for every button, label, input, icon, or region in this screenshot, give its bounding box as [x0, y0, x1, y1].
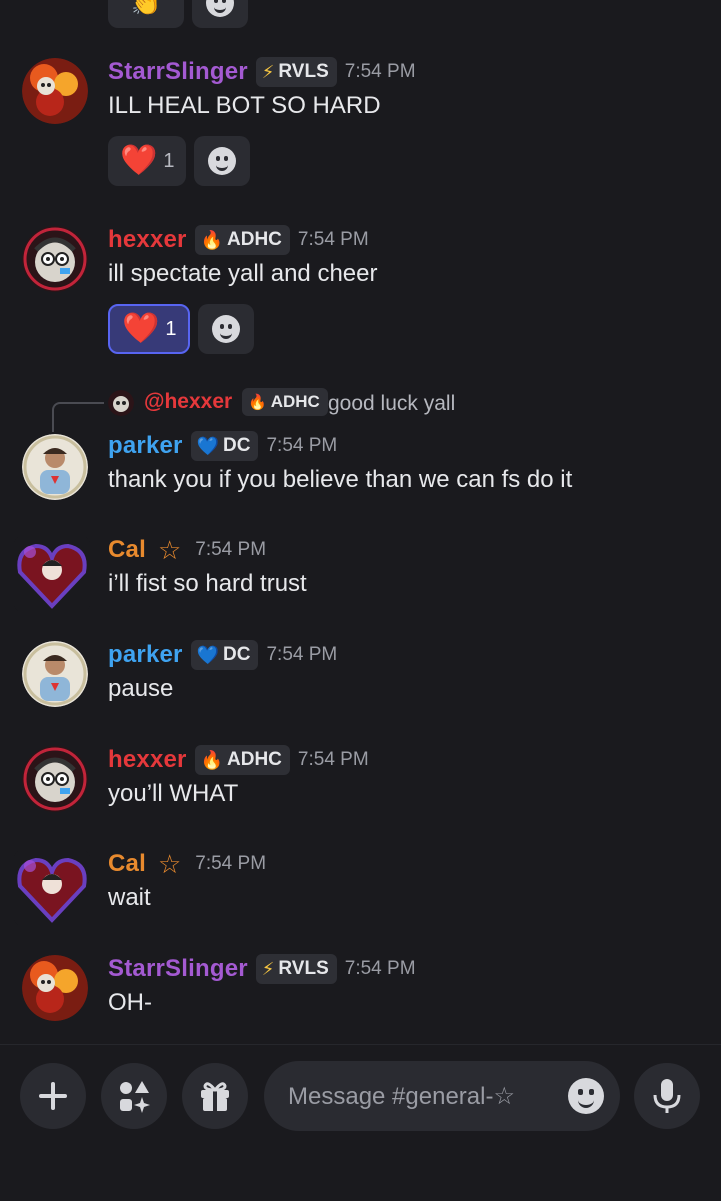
timestamp: 7:54 PM: [344, 958, 416, 979]
username[interactable]: parker: [108, 641, 183, 669]
avatar-parker[interactable]: [22, 434, 88, 500]
reaction-count: 1: [165, 317, 177, 340]
message-text: OH-: [108, 989, 152, 1016]
guild-tag[interactable]: ⚡ RVLS: [255, 954, 337, 984]
reply-guild-tag: 🔥 ADHC: [242, 388, 328, 416]
reactions: ❤️ 1: [108, 304, 255, 354]
tag-label: DC: [223, 435, 251, 456]
heart-icon: ❤️: [122, 312, 160, 345]
message-text: ILL HEAL BOT SO HARD: [108, 92, 381, 119]
blue-heart-icon: 💙: [196, 435, 220, 456]
guild-tag[interactable]: 💙 DC: [190, 640, 259, 670]
blue-heart-icon: 💙: [196, 644, 220, 665]
guild-tag[interactable]: 💙 DC: [190, 431, 259, 461]
tag-label: RVLS: [278, 61, 329, 82]
reaction-chip[interactable]: 👏: [108, 0, 184, 28]
tag-label: ADHC: [270, 392, 320, 411]
guild-tag[interactable]: 🔥 ADHC: [194, 225, 290, 255]
voice-message-button[interactable]: [634, 1063, 700, 1129]
avatar-parker[interactable]: [22, 641, 88, 707]
lightning-icon: ⚡: [261, 61, 275, 82]
reply-avatar: [108, 390, 134, 416]
add-reaction-icon: [212, 315, 241, 343]
tag-label: ADHC: [227, 749, 282, 770]
heart-reaction[interactable]: ❤️ 1: [108, 136, 187, 186]
message-input-container[interactable]: [264, 1061, 620, 1133]
username[interactable]: StarrSlinger: [108, 58, 248, 86]
timestamp: 7:54 PM: [344, 61, 416, 82]
guild-tag[interactable]: ⚡ RVLS: [255, 57, 337, 87]
avatar-cal[interactable]: [14, 850, 90, 926]
tag-label: RVLS: [278, 958, 329, 979]
username[interactable]: parker: [108, 432, 183, 460]
avatar-starrslinger[interactable]: [22, 58, 88, 124]
avatar-starrslinger[interactable]: [22, 955, 88, 1021]
timestamp: 7:54 PM: [266, 644, 338, 665]
tag-label: ADHC: [227, 229, 282, 250]
apps-button[interactable]: [101, 1063, 167, 1129]
avatar-hexxer[interactable]: [22, 746, 88, 812]
reply-text: good luck yall: [328, 392, 456, 415]
avatar-cal[interactable]: [14, 536, 90, 612]
plus-icon: [39, 1082, 67, 1110]
reactions: ❤️ 1: [108, 136, 251, 186]
add-reaction-button[interactable]: [194, 136, 251, 186]
message-input[interactable]: [286, 1061, 550, 1133]
add-reaction-icon: [206, 0, 234, 17]
message-text: thank you if you believe than we can fs …: [108, 466, 573, 493]
fire-icon: 🔥: [248, 394, 267, 411]
lightning-icon: ⚡: [261, 958, 275, 979]
message-text: wait: [108, 884, 151, 911]
message-composer: [0, 1044, 721, 1201]
message-text: you’ll WHAT: [108, 780, 239, 807]
gift-button[interactable]: [182, 1063, 248, 1129]
emoji-icon[interactable]: [568, 1078, 604, 1114]
username[interactable]: StarrSlinger: [108, 955, 248, 983]
username[interactable]: hexxer: [108, 226, 187, 254]
reply-spine: [52, 402, 104, 432]
reaction-count: 1: [163, 149, 175, 172]
avatar-hexxer[interactable]: [22, 226, 88, 292]
username[interactable]: Cal: [108, 536, 146, 564]
fire-icon: 🔥: [200, 229, 224, 250]
reply-mention[interactable]: @hexxer: [144, 390, 232, 414]
message-text: pause: [108, 675, 174, 702]
reply-preview[interactable]: @hexxer 🔥 ADHC good luck yall: [52, 388, 712, 432]
star-icon: ☆: [157, 848, 182, 879]
guild-tag[interactable]: 🔥 ADHC: [194, 745, 290, 775]
message-text: ill spectate yall and cheer: [108, 260, 378, 287]
add-reaction-button[interactable]: [198, 304, 255, 354]
timestamp: 7:54 PM: [195, 853, 267, 874]
username[interactable]: Cal: [108, 850, 146, 878]
timestamp: 7:54 PM: [297, 229, 369, 250]
apps-icon: [120, 1081, 150, 1113]
message-text: i’ll fist so hard trust: [108, 570, 307, 597]
username[interactable]: hexxer: [108, 746, 187, 774]
timestamp: 7:54 PM: [297, 749, 369, 770]
microphone-icon: [653, 1079, 681, 1113]
add-reaction-button[interactable]: [192, 0, 248, 28]
fire-icon: 🔥: [200, 749, 224, 770]
previous-reactions: 👏: [108, 0, 248, 28]
timestamp: 7:54 PM: [195, 539, 267, 560]
add-reaction-icon: [208, 147, 237, 175]
add-attachment-button[interactable]: [20, 1063, 86, 1129]
tag-label: DC: [223, 644, 251, 665]
gift-icon: [201, 1082, 229, 1111]
heart-icon: ❤️: [120, 144, 158, 177]
heart-reaction[interactable]: ❤️ 1: [108, 304, 191, 354]
star-icon: ☆: [157, 534, 182, 565]
timestamp: 7:54 PM: [266, 435, 338, 456]
